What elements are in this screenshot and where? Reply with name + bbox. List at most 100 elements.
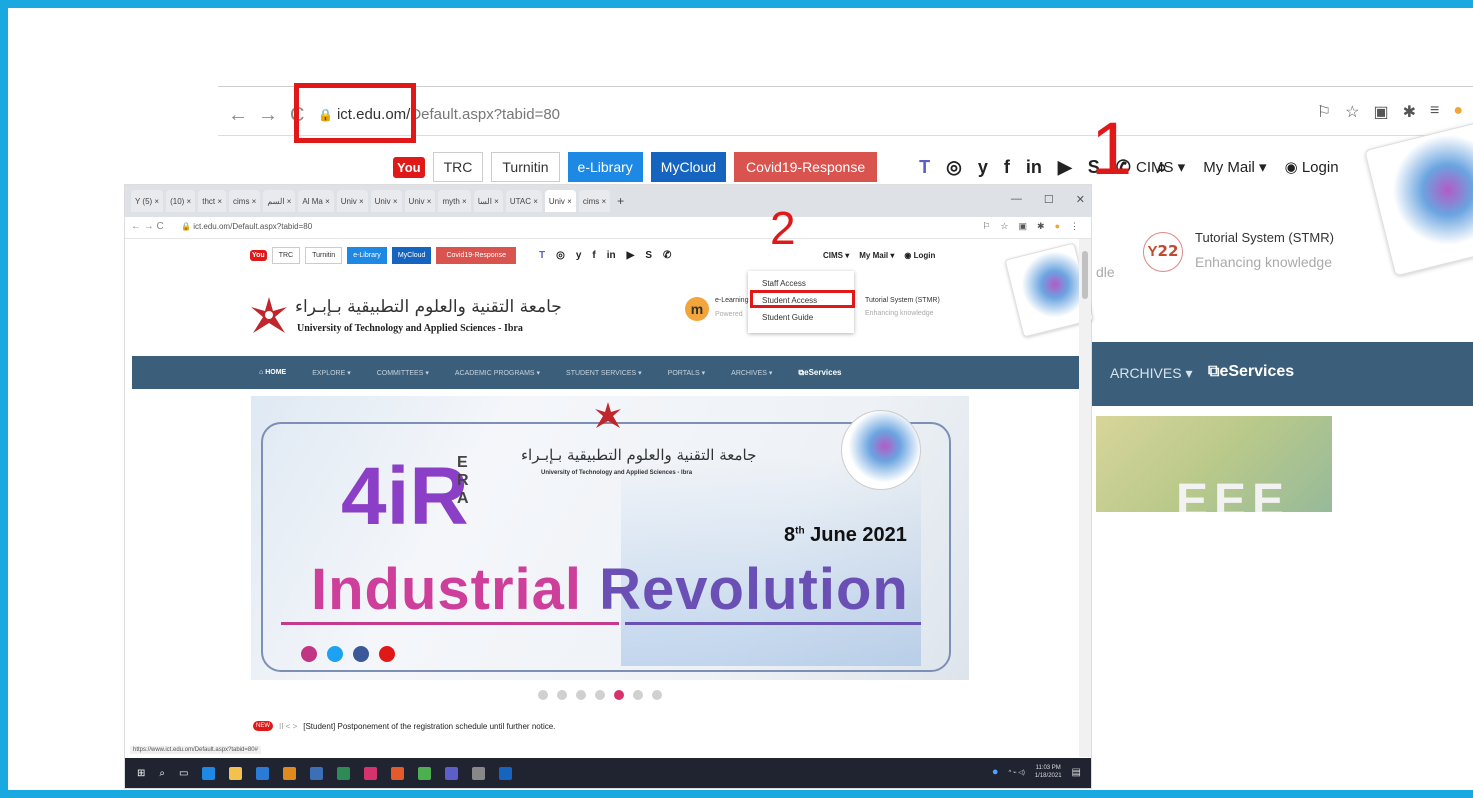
nav-explore[interactable]: EXPLORE ▾ [312,369,351,377]
notifications-icon[interactable]: ▤ [1072,767,1081,778]
close-icon[interactable]: ✕ [1076,193,1085,206]
linkedin-icon[interactable]: in [1026,157,1042,178]
file-explorer-icon[interactable] [229,766,243,780]
edge-icon[interactable] [202,766,216,780]
scrollbar-thumb[interactable] [1082,251,1088,299]
browser-tab-active[interactable]: Univ × [544,190,576,212]
skype-icon[interactable]: S [645,250,652,261]
browser-tab[interactable]: cims × [229,190,261,212]
new-tab-button[interactable]: + [617,194,624,208]
inner-url[interactable]: 🔒 ict.edu.om/Default.aspx?tabid=80 [181,222,312,231]
back-arrow-icon[interactable]: ← [228,104,248,127]
cims-menu[interactable]: CIMS ▾ [1136,158,1185,176]
carousel-dot[interactable] [633,690,643,700]
ticker-text[interactable]: [Student] Postponement of the registrati… [303,722,555,731]
trc-button[interactable]: TRC [432,152,484,182]
twitter-icon[interactable]: y [978,157,988,178]
mymail-menu[interactable]: My Mail ▾ [1203,158,1266,176]
browser-tab[interactable]: السم × [263,190,296,212]
facebook-icon[interactable]: f [592,250,595,261]
nav-archives[interactable]: ARCHIVES ▾ [1110,365,1193,382]
staff-access-item[interactable]: Staff Access [762,279,806,288]
forward-arrow-icon[interactable]: → [258,104,278,127]
mymail-menu[interactable]: My Mail ▾ [859,251,894,260]
elibrary-button[interactable]: e-Library [567,152,643,182]
student-guide-item[interactable]: Student Guide [762,313,813,322]
youtube-icon[interactable] [379,646,395,662]
mail-icon[interactable] [256,766,270,780]
carousel-dot[interactable] [557,690,567,700]
star-icon[interactable]: ☆ [1345,102,1359,122]
extension-icon[interactable]: ▣ [1373,102,1388,122]
app-icon[interactable] [364,766,378,780]
puzzle-icon[interactable]: ✱ [1037,221,1045,232]
twitter-icon[interactable]: y [576,250,582,261]
maximize-icon[interactable]: ☐ [1044,193,1054,206]
teams-icon[interactable]: T [539,250,545,261]
covid-response-button[interactable]: Covid19-Response [734,152,878,182]
instagram-icon[interactable] [301,646,317,662]
youtube-logo-button[interactable]: You [250,250,267,261]
linkedin-icon[interactable]: in [607,250,616,261]
browser-tab[interactable]: Univ × [370,190,402,212]
ticker-controls[interactable]: II < > [279,722,297,731]
star-icon[interactable]: ☆ [1000,221,1008,232]
whatsapp-icon[interactable]: ✆ [663,250,671,261]
browser-tab[interactable]: (10) × [166,190,196,212]
nav-home[interactable]: ⌂ HOME [259,369,286,376]
nav-academic-programs[interactable]: ACADEMIC PROGRAMS ▾ [455,369,540,377]
puzzle-icon[interactable]: ✱ [1403,102,1416,122]
instagram-icon[interactable]: ◎ [556,250,565,261]
reading-list-icon[interactable]: ≡ [1430,102,1439,122]
elibrary-button[interactable]: e-Library [347,247,387,264]
nav-student-services[interactable]: STUDENT SERVICES ▾ [566,369,642,377]
carousel-dot-active[interactable] [614,690,624,700]
task-view-icon[interactable]: ▭ [179,768,188,779]
login-link[interactable]: ◉ Login [904,251,935,260]
youtube-logo-button[interactable]: You [393,156,425,178]
help-icon[interactable]: ● [992,766,999,778]
carousel-dot[interactable] [652,690,662,700]
mycloud-button[interactable]: MyCloud [650,152,727,182]
browser-tab[interactable]: Y (5) × [131,190,164,212]
extension-icon[interactable]: ▣ [1019,221,1028,232]
facebook-icon[interactable]: f [1004,157,1010,178]
tutorial-system-link[interactable]: Tutorial System (STMR) Enhancing knowled… [865,297,940,317]
tray-icons[interactable]: ^ ⌁ ◁) [1008,769,1024,776]
turnitin-button[interactable]: Turnitin [305,247,343,264]
app-icon[interactable] [283,766,297,780]
browser-tab[interactable]: Al Ma × [298,190,334,212]
browser-tab[interactable]: thct × [198,190,227,212]
teams-icon[interactable] [445,766,459,780]
nav-committees[interactable]: COMMITTEES ▾ [377,369,429,377]
chrome-icon[interactable] [391,766,405,780]
browser-tab[interactable]: السا × [473,190,503,212]
hero-banner[interactable]: جامعة التقنية والعلوم التطبيقية بـإبـراء… [251,396,969,680]
turnitin-button[interactable]: Turnitin [491,152,560,182]
nav-eservices[interactable]: ⧉eServices [798,368,841,378]
browser-tab[interactable]: UTAC × [505,190,542,212]
carousel-dot[interactable] [576,690,586,700]
carousel-dot[interactable] [595,690,605,700]
windows-start-icon[interactable]: ⊞ [137,768,145,779]
browser-tab[interactable]: Univ × [404,190,436,212]
translate-icon[interactable]: ⚐ [1317,102,1331,122]
login-link[interactable]: ◉ Login [1285,158,1339,176]
youtube-icon[interactable]: ▶ [1058,157,1072,178]
facebook-icon[interactable] [353,646,369,662]
mycloud-button[interactable]: MyCloud [391,247,432,264]
carousel-dot[interactable] [538,690,548,700]
teams-icon[interactable]: T [919,157,930,178]
nav-eservices[interactable]: ⧉eServices [1208,363,1294,381]
app-icon[interactable] [418,766,432,780]
trc-button[interactable]: TRC [271,247,301,264]
twitter-icon[interactable] [327,646,343,662]
minimize-icon[interactable]: — [1011,193,1022,206]
browser-tab[interactable]: cims × [578,190,611,212]
browser-tab[interactable]: Univ × [336,190,368,212]
menu-dots-icon[interactable]: ⋮ [1070,221,1079,232]
browser-tab[interactable]: myth × [438,190,471,212]
page-scrollbar[interactable] [1079,239,1091,757]
covid-response-button[interactable]: Covid19-Response [436,247,516,264]
app-icon[interactable] [499,766,513,780]
